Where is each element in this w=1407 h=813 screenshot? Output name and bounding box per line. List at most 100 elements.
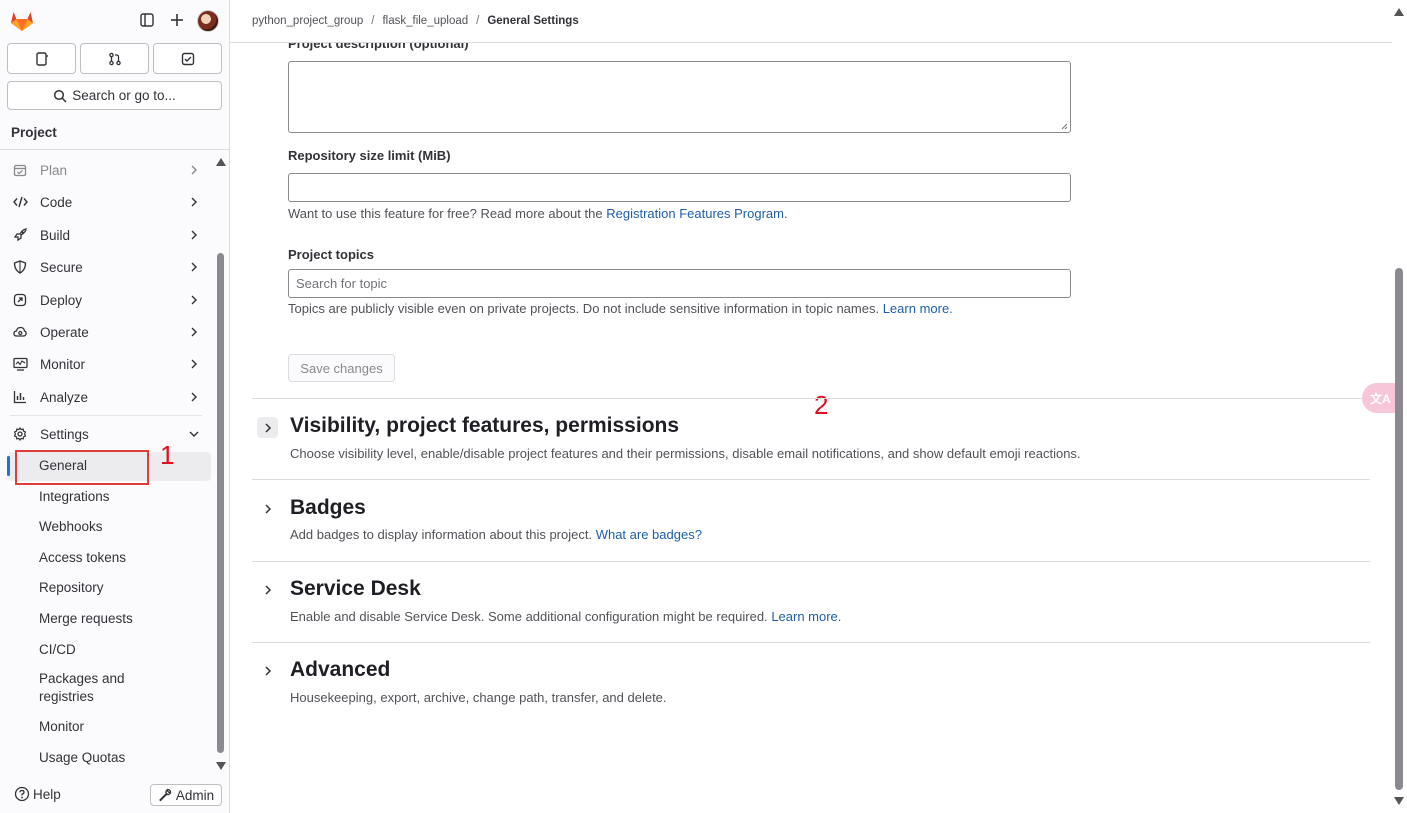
expand-chevron-icon[interactable] bbox=[257, 660, 278, 681]
divider bbox=[252, 398, 1370, 399]
merge-requests-button[interactable] bbox=[80, 43, 149, 74]
scroll-up-arrow-icon[interactable] bbox=[1394, 8, 1404, 16]
sidebar-item-label: Settings bbox=[40, 426, 89, 442]
sidebar-subitem-monitor[interactable]: Monitor bbox=[39, 719, 84, 734]
sidebar-item-label: Deploy bbox=[40, 292, 83, 308]
cloud-gear-icon bbox=[12, 324, 28, 340]
annotation-number-1: 1 bbox=[160, 440, 175, 470]
save-changes-button[interactable]: Save changes bbox=[288, 354, 395, 382]
divider bbox=[252, 642, 1370, 643]
breadcrumb-separator: / bbox=[476, 15, 480, 27]
merge-request-icon bbox=[108, 52, 121, 65]
help-icon bbox=[14, 786, 30, 802]
section-title-visibility[interactable]: Visibility, project features, permission… bbox=[290, 414, 679, 438]
divider bbox=[252, 561, 1370, 562]
section-title-service-desk[interactable]: Service Desk bbox=[290, 577, 421, 601]
search-label: Search or go to... bbox=[72, 88, 176, 103]
plus-icon[interactable] bbox=[168, 11, 186, 29]
code-icon bbox=[12, 194, 28, 210]
search-button[interactable]: Search or go to... bbox=[7, 81, 222, 110]
repository-size-limit-input[interactable] bbox=[288, 173, 1071, 202]
sidebar-item-analyze[interactable]: Analyze bbox=[12, 383, 207, 411]
expand-chevron-icon[interactable] bbox=[257, 417, 278, 438]
chevron-right-icon bbox=[191, 165, 197, 175]
gitlab-logo-icon[interactable] bbox=[10, 10, 34, 32]
main-scrollbar[interactable] bbox=[1395, 268, 1403, 790]
project-topics-input[interactable]: Search for topic bbox=[288, 269, 1071, 298]
active-indicator bbox=[7, 456, 10, 476]
admin-button[interactable]: Admin bbox=[150, 784, 222, 806]
section-title-advanced[interactable]: Advanced bbox=[290, 658, 390, 682]
project-description-textarea[interactable] bbox=[288, 61, 1071, 133]
sidebar-subitem-integrations[interactable]: Integrations bbox=[39, 489, 110, 504]
sidebar-item-deploy[interactable]: Deploy bbox=[12, 286, 207, 314]
deploy-icon bbox=[12, 292, 28, 308]
section-title-badges[interactable]: Badges bbox=[290, 496, 366, 520]
repository-size-limit-label: Repository size limit (MiB) bbox=[288, 148, 451, 163]
sidebar-subitem-label: registries bbox=[39, 689, 94, 704]
breadcrumb: python_project_group / flask_file_upload… bbox=[230, 0, 1392, 43]
rocket-icon bbox=[12, 227, 28, 243]
user-avatar[interactable] bbox=[197, 10, 219, 32]
sidebar-toggle-icon[interactable] bbox=[138, 11, 156, 29]
sidebar-item-label: Code bbox=[40, 194, 73, 210]
breadcrumb-item-project[interactable]: flask_file_upload bbox=[382, 15, 468, 27]
section-desc-badges: Add badges to display information about … bbox=[290, 527, 702, 542]
help-text: Want to use this feature for free? Read … bbox=[288, 206, 603, 221]
help-button[interactable]: Help bbox=[14, 786, 61, 802]
divider bbox=[0, 149, 229, 150]
registration-features-link[interactable]: Registration Features Program bbox=[606, 206, 784, 221]
sidebar-item-monitor[interactable]: Monitor bbox=[12, 350, 207, 378]
sidebar-scrollbar[interactable] bbox=[217, 253, 224, 753]
sidebar-section-title: Project bbox=[11, 125, 57, 140]
sidebar-item-secure[interactable]: Secure bbox=[12, 253, 207, 281]
breadcrumb-item-current[interactable]: General Settings bbox=[487, 15, 578, 27]
scroll-down-arrow-icon[interactable] bbox=[216, 762, 226, 770]
chevron-right-icon bbox=[191, 359, 197, 369]
breadcrumb-item-group[interactable]: python_project_group bbox=[252, 15, 363, 27]
sidebar-subitem-merge-requests[interactable]: Merge requests bbox=[39, 611, 133, 626]
sidebar-subitem-cicd[interactable]: CI/CD bbox=[39, 642, 76, 657]
sidebar-item-code[interactable]: Code bbox=[12, 188, 207, 216]
chevron-right-icon bbox=[191, 262, 197, 272]
monitor-icon bbox=[12, 356, 28, 372]
sidebar-item-label: Operate bbox=[40, 324, 89, 340]
what-are-badges-link[interactable]: What are badges? bbox=[596, 527, 702, 542]
section-desc-advanced: Housekeeping, export, archive, change pa… bbox=[290, 690, 667, 705]
issues-button[interactable] bbox=[7, 43, 76, 74]
sidebar-item-settings[interactable]: Settings bbox=[12, 420, 207, 448]
plan-icon bbox=[12, 162, 28, 178]
sidebar-item-plan[interactable]: Plan bbox=[12, 156, 207, 184]
wrench-icon bbox=[158, 788, 172, 802]
topics-learn-more-link[interactable]: Learn more. bbox=[883, 301, 953, 316]
chevron-right-icon bbox=[191, 295, 197, 305]
scroll-down-arrow-icon[interactable] bbox=[1394, 797, 1404, 805]
todo-check-icon bbox=[181, 52, 194, 65]
admin-label: Admin bbox=[175, 787, 215, 803]
todos-button[interactable] bbox=[153, 43, 222, 74]
resize-grip-icon[interactable] bbox=[1060, 122, 1068, 130]
service-desk-learn-more-link[interactable]: Learn more. bbox=[771, 609, 841, 624]
sidebar-item-operate[interactable]: Operate bbox=[12, 318, 207, 346]
expand-chevron-icon[interactable] bbox=[257, 498, 278, 519]
chevron-right-icon bbox=[191, 392, 197, 402]
sidebar-subitem-repository[interactable]: Repository bbox=[39, 580, 104, 595]
sidebar-item-build[interactable]: Build bbox=[12, 221, 207, 249]
sidebar-item-label: Analyze bbox=[40, 389, 89, 405]
section-desc-text: Enable and disable Service Desk. Some ad… bbox=[290, 609, 768, 624]
sidebar-item-label: Secure bbox=[40, 259, 83, 275]
scroll-up-arrow-icon[interactable] bbox=[216, 158, 226, 166]
section-desc-service-desk: Enable and disable Service Desk. Some ad… bbox=[290, 609, 841, 624]
help-text: . bbox=[783, 206, 788, 221]
shield-icon bbox=[12, 259, 28, 275]
sidebar-item-label: Plan bbox=[40, 162, 68, 178]
project-topics-label: Project topics bbox=[288, 247, 374, 262]
expand-chevron-icon[interactable] bbox=[257, 579, 278, 600]
sidebar-subitem-access-tokens[interactable]: Access tokens bbox=[39, 550, 126, 565]
sidebar-subitem-usage-quotas[interactable]: Usage Quotas bbox=[39, 750, 125, 765]
sidebar-subitem-packages-registries[interactable]: Packages and registries bbox=[39, 671, 125, 704]
breadcrumb-separator: / bbox=[371, 15, 375, 27]
issues-icon bbox=[35, 51, 48, 66]
annotation-number-2: 2 bbox=[814, 390, 829, 420]
sidebar-subitem-webhooks[interactable]: Webhooks bbox=[39, 519, 103, 534]
